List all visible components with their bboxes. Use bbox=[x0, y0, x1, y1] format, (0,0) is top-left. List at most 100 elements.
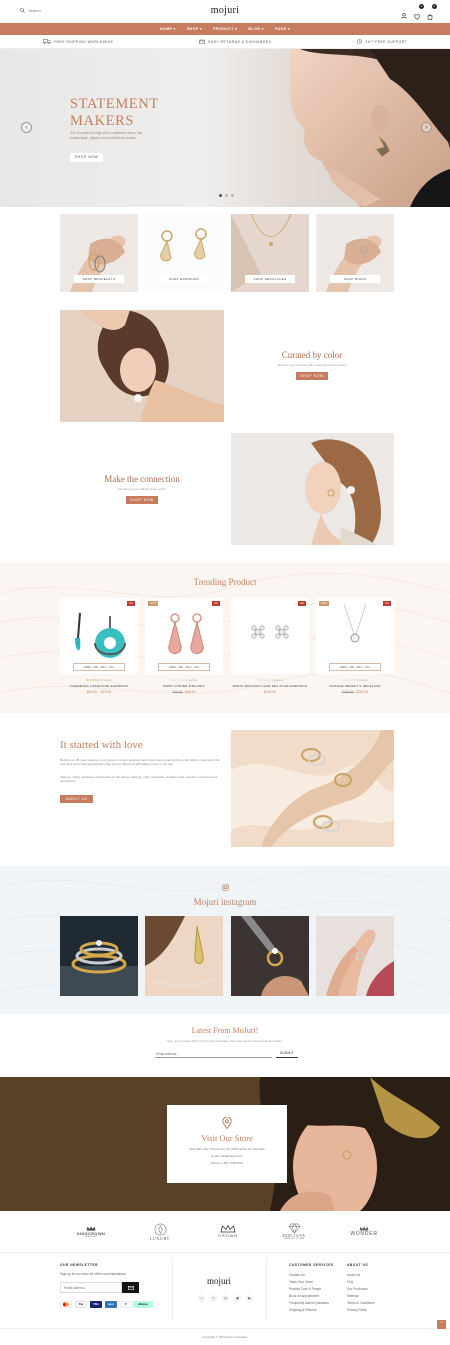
product-card[interactable]: Hot ☆☆☆☆☆ 0 review BURIS ZIRCONIA CLAW S… bbox=[231, 598, 309, 694]
store-email[interactable]: Email: info@mojuri.com bbox=[167, 1154, 287, 1158]
brand-kingcrown[interactable]: KINGCROWN JEWELRY bbox=[68, 1218, 114, 1245]
countdown-timer: 293d : 10h : 52m : 47s bbox=[73, 663, 125, 671]
rings-ribbon-photo bbox=[231, 730, 394, 847]
hero-next-button[interactable]: › bbox=[421, 122, 432, 133]
hand-ring-photo bbox=[316, 916, 394, 996]
newsletter-email-input[interactable] bbox=[155, 1050, 272, 1058]
feature-returns: EASY RETURNS & EXCHANGES bbox=[199, 39, 271, 44]
twitter-icon[interactable]: t bbox=[198, 1295, 205, 1302]
footer-link[interactable]: Book an Appointment bbox=[289, 1294, 319, 1298]
product-image[interactable]: Hot 293d : 10h : 52m : 47s bbox=[60, 598, 138, 674]
rating: ☆☆☆☆☆ 0 review bbox=[342, 678, 368, 682]
account-icon[interactable] bbox=[401, 13, 407, 19]
chevron-up-icon: ⌃ bbox=[439, 1321, 444, 1327]
category-label: SHOP BRACELETS bbox=[74, 275, 124, 283]
category-earrings[interactable]: SHOP EARRINGS bbox=[145, 214, 223, 292]
about-us-button[interactable]: ABOUT US bbox=[60, 795, 93, 803]
facebook-icon[interactable]: f bbox=[210, 1295, 217, 1302]
tag-discount: -10% bbox=[148, 601, 159, 606]
instagram-post[interactable] bbox=[316, 916, 394, 996]
product-card[interactable]: Hot 293d : 10h : 52m : 47s ★★★★★ 0 revie… bbox=[60, 598, 138, 694]
price-old: $70.00 bbox=[172, 690, 183, 694]
chevron-right-icon: › bbox=[425, 124, 428, 131]
youtube-icon[interactable]: ▶ bbox=[246, 1295, 253, 1302]
product-price: $70.00 $30.00 bbox=[145, 690, 223, 694]
footer-email-input[interactable] bbox=[60, 1282, 122, 1293]
nav-item-product[interactable]: PRODUCT ▾ bbox=[213, 27, 237, 31]
product-name[interactable]: BURIS ZIRCONIA CLAW SET STUD EARRINGS bbox=[231, 684, 309, 688]
footer-link[interactable]: Sitemap bbox=[347, 1294, 359, 1298]
promo-color-shop-button[interactable]: SHOP NOW bbox=[296, 372, 328, 380]
nav-item-home[interactable]: HOME ▾ bbox=[160, 27, 176, 31]
story-paragraph-2: Visit our online catalogue and browse fo… bbox=[60, 775, 218, 784]
wishlist-count: 0 bbox=[419, 4, 424, 9]
instagram-post[interactable] bbox=[145, 916, 223, 996]
brand-tagline: JEWELRY bbox=[84, 1235, 98, 1238]
category-rings[interactable]: SHOP RINGS bbox=[316, 214, 394, 292]
truck-icon bbox=[42, 39, 51, 44]
hero-title-line1: STATEMENT bbox=[70, 96, 159, 112]
footer-subscribe-button[interactable] bbox=[122, 1282, 139, 1293]
footer-link[interactable]: Product Care & Repair bbox=[289, 1287, 321, 1291]
product-card[interactable]: -15% Hot 330d : 10h : 52m : 47s ☆☆☆☆☆ 0 … bbox=[316, 598, 394, 694]
slider-dot-active[interactable] bbox=[219, 194, 222, 197]
product-image[interactable]: -10% Hot 293d : 10h : 52m : 47s bbox=[145, 598, 223, 674]
price-old: $290.00 bbox=[341, 690, 354, 694]
footer-link[interactable]: FAQ bbox=[347, 1280, 353, 1284]
product-image[interactable]: Hot bbox=[231, 598, 309, 674]
instagram-post[interactable] bbox=[231, 916, 309, 996]
footer-link[interactable]: Frequently Asked Questions bbox=[289, 1301, 329, 1305]
promo-connection-subtitle: Introducing your dainty wearing hub. bbox=[117, 487, 167, 491]
crown-icon bbox=[220, 1225, 236, 1233]
dribbble-icon[interactable]: ◎ bbox=[222, 1295, 229, 1302]
instagram-icon[interactable]: ◉ bbox=[234, 1295, 241, 1302]
footer-logo[interactable]: mojuri bbox=[172, 1276, 266, 1286]
instagram-icon[interactable] bbox=[222, 884, 229, 891]
brand-crown[interactable]: CROWN bbox=[208, 1218, 248, 1245]
category-necklaces[interactable]: SHOP NECKLACES bbox=[231, 214, 309, 292]
visa-icon: VISA bbox=[90, 1301, 102, 1308]
product-name[interactable]: VINTAGE PEDANT'S NECKLACE bbox=[316, 684, 394, 688]
newsletter-submit-button[interactable]: SUBMIT bbox=[276, 1050, 298, 1058]
slider-dot[interactable] bbox=[225, 194, 228, 197]
footer-link[interactable]: Terms & Conditions bbox=[347, 1301, 375, 1305]
trending-title: Trending Product bbox=[193, 577, 257, 587]
site-logo[interactable]: mojuri bbox=[0, 5, 450, 16]
earring-model-photo bbox=[145, 916, 223, 996]
brand-luxury[interactable]: LUXURY bbox=[140, 1218, 180, 1245]
promo-connection-shop-button[interactable]: SHOP NOW bbox=[126, 496, 158, 504]
promo-color-image[interactable] bbox=[60, 310, 224, 422]
footer-link[interactable]: Privacy Policy bbox=[347, 1308, 367, 1312]
nav-item-shop[interactable]: SHOP ▾ bbox=[187, 27, 202, 31]
footer-link[interactable]: Contact Us bbox=[289, 1273, 305, 1277]
footer-newsletter-text: Sign up for our store for offers and ins… bbox=[60, 1272, 127, 1276]
product-name[interactable]: DROP CITRINE ZIRCONIA bbox=[145, 684, 223, 688]
main-navigation: HOME ▾ SHOP ▾ PRODUCT ▾ BLOG ▾ PAGE ▾ bbox=[0, 23, 450, 35]
return-box-icon bbox=[199, 39, 206, 44]
nav-item-blog[interactable]: BLOG ▾ bbox=[248, 27, 264, 31]
brand-wonder[interactable]: WONDER bbox=[342, 1218, 386, 1245]
brand-name: LUXURY bbox=[149, 1235, 171, 1241]
product-name[interactable]: TIGEREYES TURQUOISE EARRINGS bbox=[60, 684, 138, 688]
hero-shop-now-button[interactable]: SHOP NOW bbox=[70, 153, 103, 162]
tag-hot: Hot bbox=[126, 601, 135, 606]
category-bracelets[interactable]: SHOP BRACELETS bbox=[60, 214, 138, 292]
slider-dot[interactable] bbox=[231, 194, 234, 197]
store-phone[interactable]: Phone: (+84) 7748 2516 bbox=[167, 1161, 287, 1165]
product-image[interactable]: -15% Hot 330d : 10h : 52m : 47s bbox=[316, 598, 394, 674]
back-to-top-button[interactable]: ⌃ bbox=[437, 1320, 446, 1329]
footer-link[interactable]: About Us bbox=[347, 1273, 360, 1277]
feature-shipping: FREE SHIPPING WORLDWIDE bbox=[42, 39, 113, 44]
footer-link[interactable]: Shipping & Returns bbox=[289, 1308, 316, 1312]
footer-link[interactable]: Track Your Order bbox=[289, 1280, 313, 1284]
footer-about-heading: ABOUT US bbox=[347, 1263, 369, 1267]
hero-prev-button[interactable]: ‹ bbox=[21, 122, 32, 133]
brand-berliana[interactable]: BERLIANA JEWELRY STORE bbox=[270, 1218, 318, 1245]
nav-item-page[interactable]: PAGE ▾ bbox=[275, 27, 290, 31]
footer-link[interactable]: Our Producers bbox=[347, 1287, 368, 1291]
product-card[interactable]: -10% Hot 293d : 10h : 52m : 47s ☆☆☆☆☆ 0 … bbox=[145, 598, 223, 694]
promo-connection-image[interactable] bbox=[231, 433, 394, 545]
price-current: $230.00 bbox=[356, 690, 369, 694]
hero-model-image bbox=[289, 49, 450, 207]
instagram-post[interactable] bbox=[60, 916, 138, 996]
